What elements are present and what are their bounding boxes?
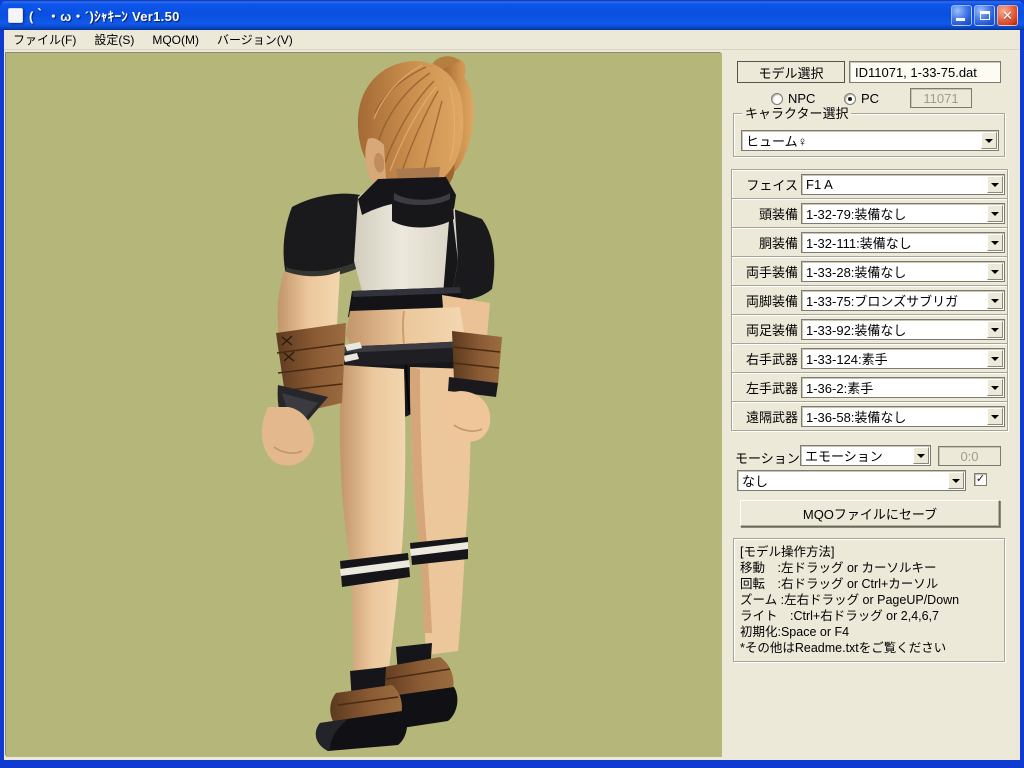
equip-combo-legs[interactable]: 1-33-75:ブロンズサブリガ	[801, 290, 1005, 311]
motion-combo-value: エモーション	[805, 449, 883, 464]
chevron-down-icon[interactable]	[948, 472, 964, 489]
chevron-down-icon[interactable]	[987, 292, 1003, 309]
chevron-down-icon[interactable]	[913, 447, 929, 464]
model-file-field: ID11071, 1-33-75.dat	[849, 61, 1001, 83]
radio-npc-circle[interactable]	[771, 92, 783, 105]
chevron-down-icon[interactable]	[987, 234, 1003, 251]
equip-combo-head[interactable]: 1-32-79:装備なし	[801, 203, 1005, 224]
menu-settings[interactable]: 設定(S)	[85, 29, 143, 50]
equip-label: 胴装備	[758, 235, 798, 251]
equip-label: 両足装備	[745, 322, 798, 338]
equip-label: 両脚装備	[745, 293, 798, 309]
motion-combo[interactable]: エモーション	[800, 445, 931, 466]
chevron-down-icon[interactable]	[987, 408, 1003, 425]
animation-combo[interactable]: なし	[737, 470, 966, 491]
help-line: 回転 :右ドラッグ or Ctrl+カーソル	[740, 577, 939, 591]
model-id-field[interactable]: 11071	[910, 88, 972, 108]
character-select-label: キャラクター選択	[742, 106, 852, 121]
help-line: 移動 :左ドラッグ or カーソルキー	[740, 561, 937, 575]
equip-label: 遠隔武器	[745, 409, 798, 425]
help-line: 初期化:Space or F4	[740, 625, 850, 639]
chevron-down-icon[interactable]	[987, 321, 1003, 338]
maximize-button[interactable]	[974, 4, 995, 26]
help-line: [モデル操作方法]	[740, 545, 835, 559]
radio-pc-label: PC	[861, 91, 880, 106]
character-combo[interactable]: ヒューム♀	[741, 130, 999, 151]
minimize-button[interactable]	[951, 4, 972, 26]
equip-row-feet: 両足装備 1-33-92:装備なし	[731, 314, 1008, 344]
equip-combo-sub-weapon[interactable]: 1-36-2:素手	[801, 377, 1005, 398]
help-line: ズーム :左右ドラッグ or PageUP/Down	[740, 593, 960, 607]
character-combo-value: ヒューム♀	[746, 134, 808, 149]
equip-row-main-weapon: 右手武器 1-33-124:素手	[731, 343, 1008, 373]
window-title: (｀・ω・´)ｼｬｷｰﾝ Ver1.50	[29, 8, 180, 24]
model-select-button[interactable]: モデル選択	[737, 61, 845, 83]
menu-file[interactable]: ファイル(F)	[4, 29, 85, 50]
character-select-group: キャラクター選択 ヒューム♀	[733, 106, 1005, 157]
save-mqo-button[interactable]: MQOファイルにセーブ	[740, 500, 1000, 527]
chevron-down-icon[interactable]	[987, 379, 1003, 396]
radio-pc-circle[interactable]	[844, 92, 856, 105]
title-bar[interactable]: (｀・ω・´)ｼｬｷｰﾝ Ver1.50 ✕	[0, 0, 1024, 30]
close-button[interactable]: ✕	[997, 4, 1018, 26]
menu-bar: ファイル(F) 設定(S) MQO(M) バージョン(V)	[4, 30, 1020, 50]
equip-row-sub-weapon: 左手武器 1-36-2:素手	[731, 372, 1008, 402]
chevron-down-icon[interactable]	[981, 132, 997, 149]
chevron-down-icon[interactable]	[987, 176, 1003, 193]
app-icon	[8, 7, 23, 23]
equip-label: 頭装備	[758, 206, 798, 222]
equip-row-hands: 両手装備 1-33-28:装備なし	[731, 256, 1008, 286]
menu-mqo[interactable]: MQO(M)	[143, 31, 208, 49]
equip-row-head: 頭装備 1-32-79:装備なし	[731, 198, 1008, 228]
chevron-down-icon[interactable]	[987, 263, 1003, 280]
equip-combo-hands[interactable]: 1-33-28:装備なし	[801, 261, 1005, 282]
equip-combo-ranged-weapon[interactable]: 1-36-58:装備なし	[801, 406, 1005, 427]
maximize-icon	[979, 10, 990, 20]
help-line: ライト :Ctrl+右ドラッグ or 2,4,6,7	[740, 609, 939, 623]
menu-version[interactable]: バージョン(V)	[208, 29, 302, 50]
equip-combo-body[interactable]: 1-32-111:装備なし	[801, 232, 1005, 253]
equip-combo-feet[interactable]: 1-33-92:装備なし	[801, 319, 1005, 340]
chevron-down-icon[interactable]	[987, 350, 1003, 367]
equip-combo-face[interactable]: F1 A	[801, 174, 1005, 195]
radio-pc[interactable]: PC	[844, 91, 879, 106]
equip-row-body: 胴装備 1-32-111:装備なし	[731, 227, 1008, 257]
equip-row-legs: 両脚装備 1-33-75:ブロンズサブリガ	[731, 285, 1008, 315]
equip-label: 左手武器	[745, 380, 798, 396]
control-panel: モデル選択 ID11071, 1-33-75.dat NPC PC 11071 …	[727, 52, 1018, 756]
model-viewport[interactable]	[5, 52, 722, 757]
equip-row-ranged-weapon: 遠隔武器 1-36-58:装備なし	[731, 401, 1008, 431]
help-box: [モデル操作方法] 移動 :左ドラッグ or カーソルキー 回転 :右ドラッグ …	[733, 538, 1005, 662]
chevron-down-icon[interactable]	[987, 205, 1003, 222]
help-line: *その他はReadme.txtをご覧ください	[740, 641, 947, 655]
character-model	[6, 53, 722, 757]
minimize-icon	[956, 17, 965, 21]
client-area: モデル選択 ID11071, 1-33-75.dat NPC PC 11071 …	[4, 50, 1020, 760]
motion-label: モーション	[735, 451, 800, 466]
motion-frame-field: 0:0	[938, 446, 1001, 466]
equip-label: 両手装備	[745, 264, 798, 280]
animation-checkbox[interactable]: ✓	[974, 473, 987, 486]
equipment-rows: フェイス F1 A 頭装備 1-32-79:装備なし 胴装備 1-32-111:…	[731, 169, 1008, 431]
animation-combo-value: なし	[742, 474, 769, 489]
close-icon: ✕	[1002, 7, 1013, 23]
radio-npc-label: NPC	[788, 91, 816, 106]
equip-label: フェイス	[746, 177, 798, 193]
equip-row-face: フェイス F1 A	[731, 169, 1008, 199]
equip-label: 右手武器	[745, 351, 798, 367]
equip-combo-main-weapon[interactable]: 1-33-124:素手	[801, 348, 1005, 369]
radio-npc[interactable]: NPC	[771, 91, 815, 106]
